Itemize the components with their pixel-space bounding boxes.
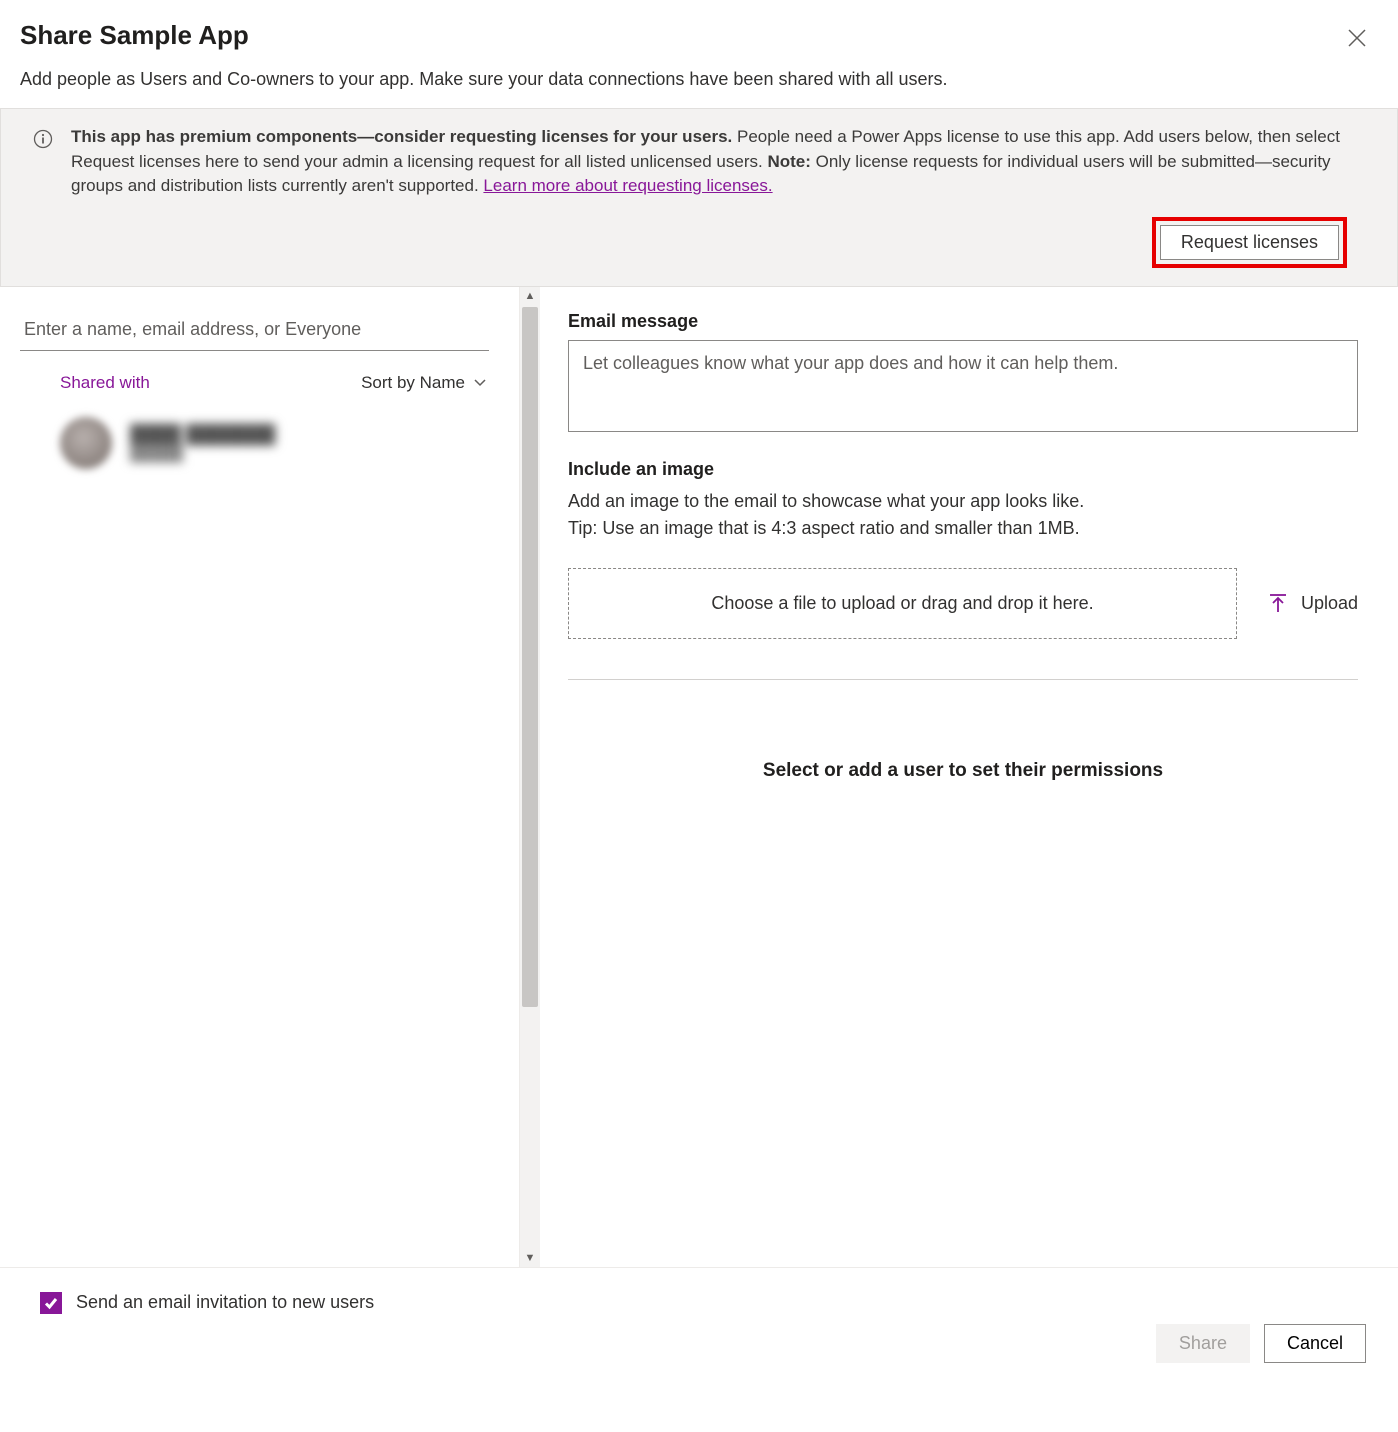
license-info-banner: This app has premium components—consider… xyxy=(0,108,1398,287)
sort-by-label: Sort by Name xyxy=(361,373,465,393)
dialog-subtitle: Add people as Users and Co-owners to you… xyxy=(0,61,1398,108)
checkmark-icon xyxy=(43,1295,59,1311)
people-search-input[interactable] xyxy=(20,307,489,351)
send-email-label: Send an email invitation to new users xyxy=(76,1292,374,1313)
send-email-checkbox[interactable] xyxy=(40,1292,62,1314)
include-image-label: Include an image xyxy=(568,459,1358,480)
chevron-down-icon xyxy=(473,378,487,388)
close-icon xyxy=(1348,29,1366,47)
upload-label: Upload xyxy=(1301,593,1358,614)
divider xyxy=(568,679,1358,680)
share-button: Share xyxy=(1156,1324,1250,1363)
banner-bold-text: This app has premium components—consider… xyxy=(71,127,732,146)
file-dropzone[interactable]: Choose a file to upload or drag and drop… xyxy=(568,568,1237,639)
shared-with-label: Shared with xyxy=(60,373,150,393)
select-user-prompt: Select or add a user to set their permis… xyxy=(568,760,1358,782)
email-message-label: Email message xyxy=(568,311,1358,332)
scroll-up-arrow-icon[interactable]: ▲ xyxy=(520,287,540,305)
request-licenses-highlight: Request licenses xyxy=(1152,217,1347,268)
shared-user-item[interactable]: ████ ███████ █████ xyxy=(20,393,489,469)
request-licenses-button[interactable]: Request licenses xyxy=(1160,225,1339,260)
banner-note-label: Note: xyxy=(767,152,810,171)
upload-icon xyxy=(1267,592,1289,614)
image-help-1: Add an image to the email to showcase wh… xyxy=(568,488,1358,515)
image-help-2: Tip: Use an image that is 4:3 aspect rat… xyxy=(568,515,1358,542)
sort-by-dropdown[interactable]: Sort by Name xyxy=(361,373,487,393)
user-role: █████ xyxy=(130,445,275,462)
scroll-thumb[interactable] xyxy=(522,307,538,1007)
people-panel: Shared with Sort by Name ████ ███████ ██… xyxy=(0,287,520,1267)
scrollbar[interactable]: ▲ ▼ xyxy=(520,287,540,1267)
email-message-input[interactable] xyxy=(568,340,1358,432)
cancel-button[interactable]: Cancel xyxy=(1264,1324,1366,1363)
upload-button[interactable]: Upload xyxy=(1267,592,1358,614)
dialog-title: Share Sample App xyxy=(20,20,1378,51)
user-name: ████ ███████ xyxy=(130,424,275,445)
close-button[interactable] xyxy=(1341,22,1373,54)
avatar xyxy=(60,417,112,469)
scroll-down-arrow-icon[interactable]: ▼ xyxy=(520,1249,540,1267)
details-panel: Email message Include an image Add an im… xyxy=(540,287,1398,1267)
info-icon xyxy=(33,129,53,149)
learn-more-link[interactable]: Learn more about requesting licenses. xyxy=(483,176,772,195)
